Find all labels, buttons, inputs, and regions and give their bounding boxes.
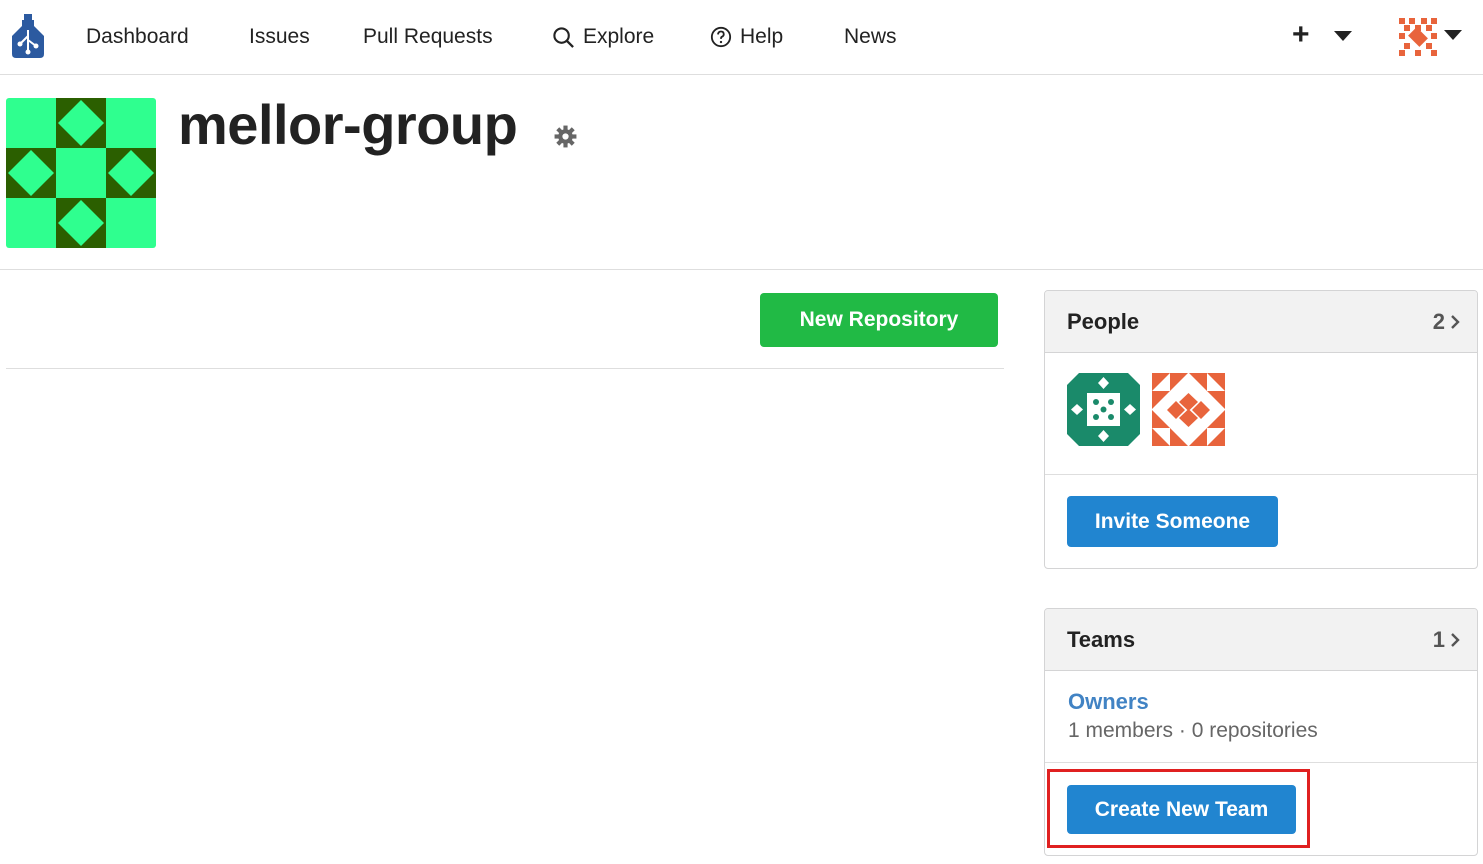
team-owners-link[interactable]: Owners xyxy=(1068,689,1149,715)
people-panel: People 2 Invite Someone xyxy=(1044,290,1478,569)
teams-count: 1 xyxy=(1432,627,1445,652)
people-count: 2 xyxy=(1432,309,1445,334)
org-avatar xyxy=(6,98,156,248)
header-divider xyxy=(0,269,1483,270)
search-icon xyxy=(553,26,574,48)
teams-panel-header[interactable]: Teams 1 xyxy=(1045,609,1477,671)
nav-pull-requests[interactable]: Pull Requests xyxy=(363,20,493,54)
people-panel-header[interactable]: People 2 xyxy=(1045,291,1477,353)
gitea-logo-icon[interactable] xyxy=(10,14,46,58)
create-new-team-button[interactable]: Create New Team xyxy=(1067,785,1296,834)
people-panel-divider xyxy=(1045,474,1477,475)
people-title: People xyxy=(1067,309,1140,334)
nav-help[interactable]: Help xyxy=(710,20,783,54)
create-plus-icon[interactable]: + xyxy=(1292,20,1310,50)
help-circle-icon xyxy=(710,26,732,48)
create-dropdown-caret-icon[interactable] xyxy=(1334,31,1352,41)
gear-icon[interactable] xyxy=(553,124,578,149)
invite-someone-button[interactable]: Invite Someone xyxy=(1067,496,1278,547)
user-avatar[interactable] xyxy=(1397,16,1439,58)
member-avatar-green[interactable] xyxy=(1067,373,1140,446)
top-navbar: Dashboard Issues Pull Requests Explore H… xyxy=(0,0,1483,75)
nav-dashboard[interactable]: Dashboard xyxy=(86,20,189,54)
teams-title: Teams xyxy=(1067,627,1136,652)
org-name-heading: mellor-group xyxy=(178,93,518,156)
teams-panel-divider xyxy=(1045,762,1477,763)
nav-explore[interactable]: Explore xyxy=(552,20,654,54)
user-dropdown-caret-icon[interactable] xyxy=(1444,30,1462,40)
chevron-right-icon xyxy=(1451,315,1460,329)
new-repository-button[interactable]: New Repository xyxy=(760,293,998,347)
repo-list-divider xyxy=(6,368,1004,369)
chevron-right-icon xyxy=(1451,633,1460,647)
teams-panel: Teams 1 Owners 1 members · 0 repositorie… xyxy=(1044,608,1478,856)
nav-issues[interactable]: Issues xyxy=(249,20,310,54)
nav-news[interactable]: News xyxy=(844,20,897,54)
member-avatar-orange[interactable] xyxy=(1152,373,1225,446)
team-owners-meta: 1 members · 0 repositories xyxy=(1068,719,1318,742)
